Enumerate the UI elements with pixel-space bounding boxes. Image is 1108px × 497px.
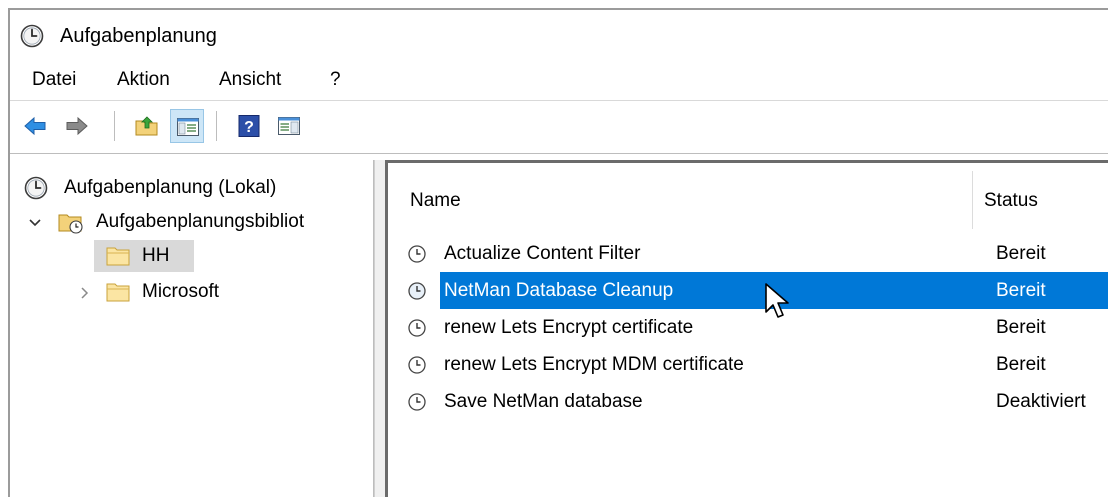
menu-ansicht[interactable]: Ansicht <box>219 68 281 92</box>
task-name: renew Lets Encrypt MDM certificate <box>444 354 744 375</box>
task-status: Deaktiviert <box>996 391 1086 412</box>
title-bar: Aufgabenplanung <box>10 10 1108 58</box>
task-name: renew Lets Encrypt certificate <box>444 317 694 338</box>
task-scheduler-window: Aufgabenplanung Datei Aktion Ansicht ? ?… <box>8 8 1108 497</box>
tree-node-hh[interactable]: HH <box>20 240 320 272</box>
task-list-panel: Name Status Actualize Content Filter Ber… <box>385 160 1108 497</box>
tree-node-hh-label: HH <box>142 245 170 266</box>
column-header-status[interactable]: Status <box>984 187 1038 215</box>
mouse-cursor-icon <box>765 283 789 318</box>
menu-help[interactable]: ? <box>330 68 341 92</box>
column-header-name[interactable]: Name <box>410 187 461 215</box>
task-folder-icon <box>58 214 83 234</box>
task-clock-icon <box>408 245 426 263</box>
show-hide-console-tree-icon <box>177 118 199 136</box>
toolbar-separator <box>114 111 115 141</box>
tree-node-root[interactable]: Aufgabenplanung (Lokal) <box>20 172 370 204</box>
forward-button[interactable] <box>60 109 94 143</box>
console-tree: Aufgabenplanung (Lokal) Aufgabenplanungs… <box>10 160 374 497</box>
tree-node-root-label: Aufgabenplanung (Lokal) <box>64 177 277 198</box>
task-row[interactable]: Actualize Content Filter Bereit <box>408 235 1108 272</box>
menu-aktion[interactable]: Aktion <box>117 68 170 92</box>
folder-icon <box>106 247 130 266</box>
toolbar: ? <box>10 101 1108 154</box>
list-header: Name Status <box>388 163 1108 233</box>
forward-icon <box>66 116 88 136</box>
menu-datei[interactable]: Datei <box>32 68 76 92</box>
back-button[interactable] <box>18 109 52 143</box>
tree-node-library[interactable]: Aufgabenplanungsbibliot <box>20 206 373 238</box>
window-title: Aufgabenplanung <box>60 25 217 47</box>
task-status: Bereit <box>996 354 1046 375</box>
task-row[interactable]: Save NetMan database Deaktiviert <box>408 383 1108 420</box>
svg-text:?: ? <box>244 119 254 136</box>
back-icon <box>24 116 46 136</box>
chevron-down-icon[interactable] <box>28 216 42 230</box>
task-name: Actualize Content Filter <box>444 243 641 264</box>
help-icon: ? <box>238 115 260 137</box>
show-hide-action-pane-icon <box>278 117 300 135</box>
task-clock-icon <box>408 319 426 337</box>
tree-node-microsoft-label: Microsoft <box>142 281 220 302</box>
folder-icon <box>106 283 130 302</box>
task-clock-icon <box>408 393 426 411</box>
task-name: Save NetMan database <box>444 391 643 412</box>
task-status: Bereit <box>996 243 1046 264</box>
task-row[interactable]: renew Lets Encrypt MDM certificate Berei… <box>408 346 1108 383</box>
task-clock-icon <box>408 356 426 374</box>
show-hide-console-tree-button[interactable] <box>170 109 204 143</box>
clock-icon <box>24 176 48 200</box>
clock-icon <box>20 24 44 48</box>
menu-bar: Datei Aktion Ansicht ? <box>10 58 1108 101</box>
up-folder-button[interactable] <box>130 109 164 143</box>
task-clock-icon <box>408 282 426 300</box>
column-divider[interactable] <box>972 171 973 229</box>
toolbar-separator <box>216 111 217 141</box>
up-folder-icon <box>135 116 158 136</box>
tree-node-library-label: Aufgabenplanungsbibliot <box>96 211 305 232</box>
show-hide-action-pane-button[interactable] <box>272 109 306 143</box>
task-name: NetMan Database Cleanup <box>444 280 674 301</box>
task-row[interactable]: renew Lets Encrypt certificate Bereit <box>408 309 1108 346</box>
chevron-right-icon[interactable] <box>78 286 92 300</box>
task-status: Bereit <box>996 317 1046 338</box>
tree-node-microsoft[interactable]: Microsoft <box>20 276 350 308</box>
help-button[interactable]: ? <box>232 109 266 143</box>
task-status: Bereit <box>996 280 1046 301</box>
